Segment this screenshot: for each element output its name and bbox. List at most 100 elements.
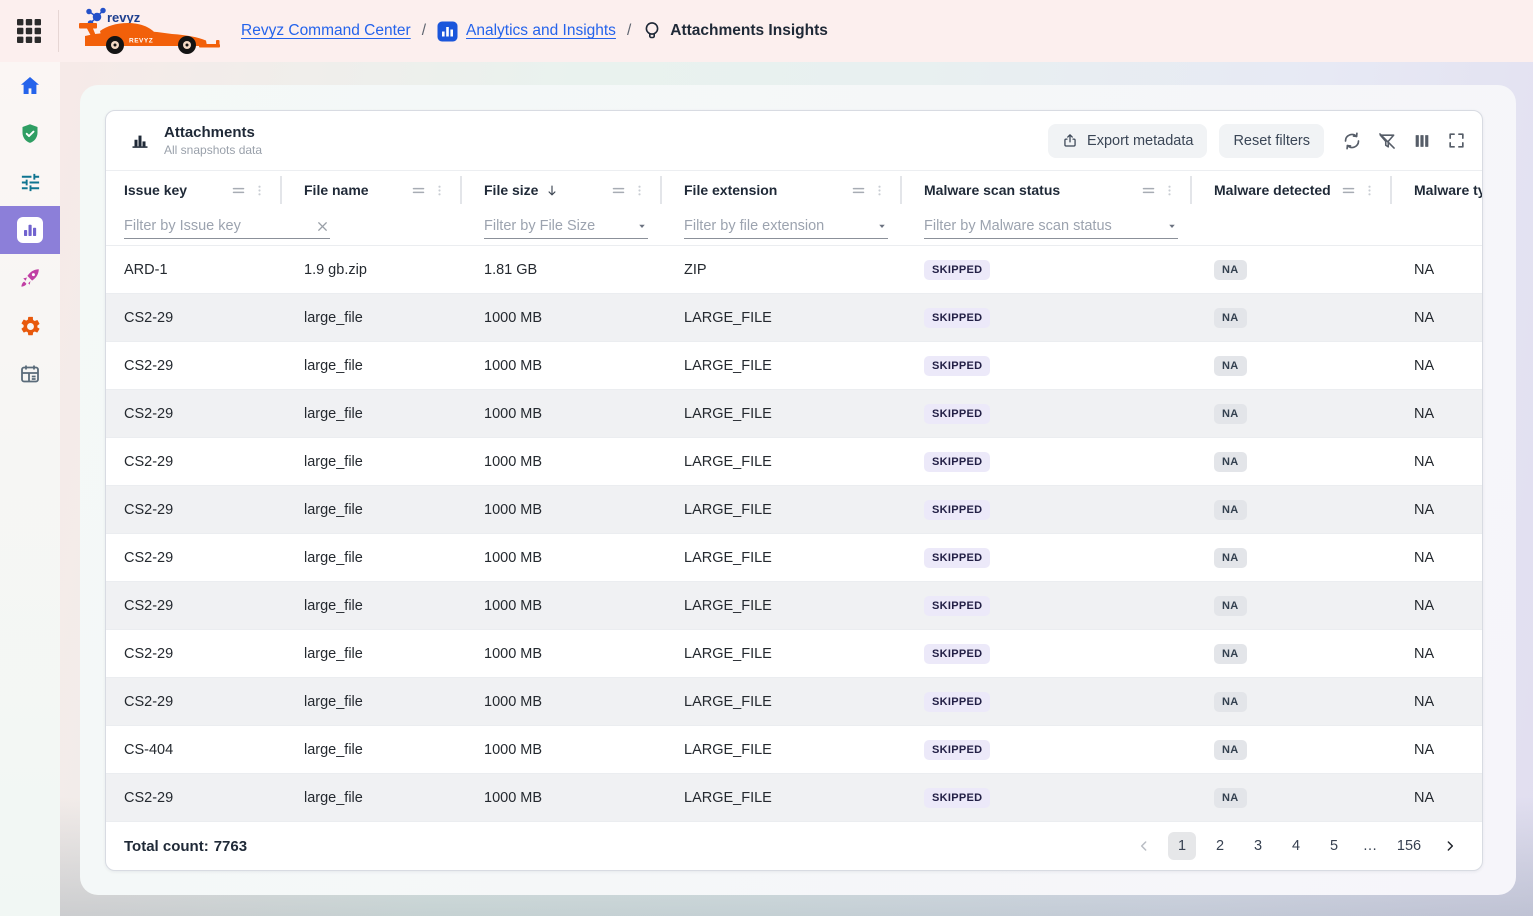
table-row[interactable]: CS2-29large_file1000 MBLARGE_FILESKIPPED… xyxy=(106,438,1482,486)
column-header-file-extension[interactable]: File extension xyxy=(666,171,906,209)
column-menu-icon[interactable] xyxy=(851,183,866,198)
table-row[interactable]: CS2-29large_file1000 MBLARGE_FILESKIPPED… xyxy=(106,582,1482,630)
table-row[interactable]: CS2-29large_file1000 MBLARGE_FILESKIPPED… xyxy=(106,774,1482,822)
column-header-issue-key[interactable]: Issue key xyxy=(106,171,286,209)
cell-issue-key: ARD-1 xyxy=(106,246,286,293)
malware-detected-badge: NA xyxy=(1214,644,1247,664)
cell-malware-scan-status: SKIPPED xyxy=(906,630,1196,677)
export-metadata-label: Export metadata xyxy=(1087,133,1193,149)
column-label: File size xyxy=(484,182,538,198)
scan-status-badge: SKIPPED xyxy=(924,452,990,472)
sidebar-item-launch[interactable] xyxy=(0,254,60,302)
cell-issue-key: CS2-29 xyxy=(106,534,286,581)
column-header-malware-scan-status[interactable]: Malware scan status xyxy=(906,171,1196,209)
table-row[interactable]: CS2-29large_file1000 MBLARGE_FILESKIPPED… xyxy=(106,342,1482,390)
column-kebab-icon[interactable] xyxy=(1163,183,1176,198)
cell-malware-scan-status: SKIPPED xyxy=(906,294,1196,341)
column-kebab-icon[interactable] xyxy=(253,183,266,198)
home-icon xyxy=(18,74,42,98)
file-size-filter-select[interactable]: Filter by File Size xyxy=(484,218,648,239)
cell-file-extension: LARGE_FILE xyxy=(666,726,906,773)
malware-detected-badge: NA xyxy=(1214,452,1247,472)
column-kebab-icon[interactable] xyxy=(873,183,886,198)
table-row[interactable]: CS2-29large_file1000 MBLARGE_FILESKIPPED… xyxy=(106,678,1482,726)
column-kebab-icon[interactable] xyxy=(433,183,446,198)
column-menu-icon[interactable] xyxy=(1341,183,1356,198)
cell-file-size: 1000 MB xyxy=(466,438,666,485)
malware-scan-status-filter-select[interactable]: Filter by Malware scan status xyxy=(924,218,1178,239)
pagination-page-156[interactable]: 156 xyxy=(1392,832,1426,860)
breadcrumb-link-analytics[interactable]: Analytics and Insights xyxy=(466,22,616,40)
column-menu-icon[interactable] xyxy=(611,183,626,198)
cell-file-name: 1.9 gb.zip xyxy=(286,246,466,293)
table-row[interactable]: ARD-11.9 gb.zip1.81 GBZIPSKIPPEDNANA xyxy=(106,246,1482,294)
filter-off-icon[interactable] xyxy=(1377,131,1397,151)
reset-filters-button[interactable]: Reset filters xyxy=(1219,124,1324,158)
cell-file-size: 1000 MB xyxy=(466,294,666,341)
sidebar-item-reports[interactable] xyxy=(0,350,60,398)
table-body: ARD-11.9 gb.zip1.81 GBZIPSKIPPEDNANACS2-… xyxy=(106,246,1482,822)
malware-detected-badge: NA xyxy=(1214,548,1247,568)
file-extension-filter-select[interactable]: Filter by file extension xyxy=(684,218,888,239)
total-count-label: Total count: xyxy=(124,838,209,855)
column-menu-icon[interactable] xyxy=(231,183,246,198)
cell-malware-scan-status: SKIPPED xyxy=(906,390,1196,437)
cell-file-size: 1000 MB xyxy=(466,774,666,821)
pagination-next-button[interactable] xyxy=(1436,832,1464,860)
table-row[interactable]: CS2-29large_file1000 MBLARGE_FILESKIPPED… xyxy=(106,294,1482,342)
column-kebab-icon[interactable] xyxy=(633,183,646,198)
pagination-page-3[interactable]: 3 xyxy=(1244,832,1272,860)
malware-detected-badge: NA xyxy=(1214,500,1247,520)
cell-file-extension: LARGE_FILE xyxy=(666,294,906,341)
revyz-racecar-logo-icon: revyz REVYZ xyxy=(71,7,221,55)
filter-cell-empty xyxy=(1396,209,1483,245)
columns-icon[interactable] xyxy=(1412,131,1432,151)
column-label: Issue key xyxy=(124,182,187,198)
cell-malware-scan-status: SKIPPED xyxy=(906,342,1196,389)
sort-desc-icon[interactable] xyxy=(545,183,559,198)
cell-file-extension: LARGE_FILE xyxy=(666,390,906,437)
column-header-malware-type[interactable]: Malware type xyxy=(1396,171,1483,209)
cell-issue-key: CS2-29 xyxy=(106,294,286,341)
gear-icon xyxy=(19,315,42,338)
column-header-malware-detected[interactable]: Malware detected xyxy=(1196,171,1396,209)
issue-key-filter-input[interactable] xyxy=(124,218,311,234)
column-menu-icon[interactable] xyxy=(1141,183,1156,198)
sidebar-item-configurations[interactable] xyxy=(0,158,60,206)
toolbar: Export metadata Reset filters xyxy=(1048,124,1466,158)
app-launcher-button[interactable] xyxy=(0,0,58,62)
table-footer: Total count: 7763 1 2 3 4 5 … xyxy=(106,822,1482,870)
breadcrumb-link-command-center[interactable]: Revyz Command Center xyxy=(241,22,411,40)
cell-malware-detected: NA xyxy=(1196,630,1396,677)
cell-malware-scan-status: SKIPPED xyxy=(906,774,1196,821)
pagination-page-2[interactable]: 2 xyxy=(1206,832,1234,860)
column-header-file-size[interactable]: File size xyxy=(466,171,666,209)
cell-file-extension: LARGE_FILE xyxy=(666,774,906,821)
dropdown-caret-icon xyxy=(636,220,648,232)
card-header: Attachments All snapshots data Export me… xyxy=(106,111,1482,171)
pagination-page-1[interactable]: 1 xyxy=(1168,832,1196,860)
export-metadata-button[interactable]: Export metadata xyxy=(1048,124,1207,158)
topbar: revyz REVYZ Revyz Command Center xyxy=(0,0,1533,62)
table-row[interactable]: CS2-29large_file1000 MBLARGE_FILESKIPPED… xyxy=(106,630,1482,678)
table-row[interactable]: CS2-29large_file1000 MBLARGE_FILESKIPPED… xyxy=(106,486,1482,534)
table-row[interactable]: CS2-29large_file1000 MBLARGE_FILESKIPPED… xyxy=(106,390,1482,438)
table-row[interactable]: CS-404large_file1000 MBLARGE_FILESKIPPED… xyxy=(106,726,1482,774)
pagination-page-5[interactable]: 5 xyxy=(1320,832,1348,860)
pagination-prev-button[interactable] xyxy=(1130,832,1158,860)
cell-malware-detected: NA xyxy=(1196,678,1396,725)
pagination-page-4[interactable]: 4 xyxy=(1282,832,1310,860)
scan-status-badge: SKIPPED xyxy=(924,260,990,280)
sidebar-item-security[interactable] xyxy=(0,110,60,158)
sidebar-item-home[interactable] xyxy=(0,62,60,110)
sidebar-item-analytics[interactable] xyxy=(0,206,60,254)
cell-file-size: 1000 MB xyxy=(466,630,666,677)
fullscreen-icon[interactable] xyxy=(1447,131,1466,150)
revyz-logo[interactable]: revyz REVYZ xyxy=(71,7,221,55)
column-menu-icon[interactable] xyxy=(411,183,426,198)
table-row[interactable]: CS2-29large_file1000 MBLARGE_FILESKIPPED… xyxy=(106,534,1482,582)
refresh-icon[interactable] xyxy=(1342,131,1362,151)
sidebar-item-settings[interactable] xyxy=(0,302,60,350)
column-kebab-icon[interactable] xyxy=(1363,183,1376,198)
column-header-file-name[interactable]: File name xyxy=(286,171,466,209)
